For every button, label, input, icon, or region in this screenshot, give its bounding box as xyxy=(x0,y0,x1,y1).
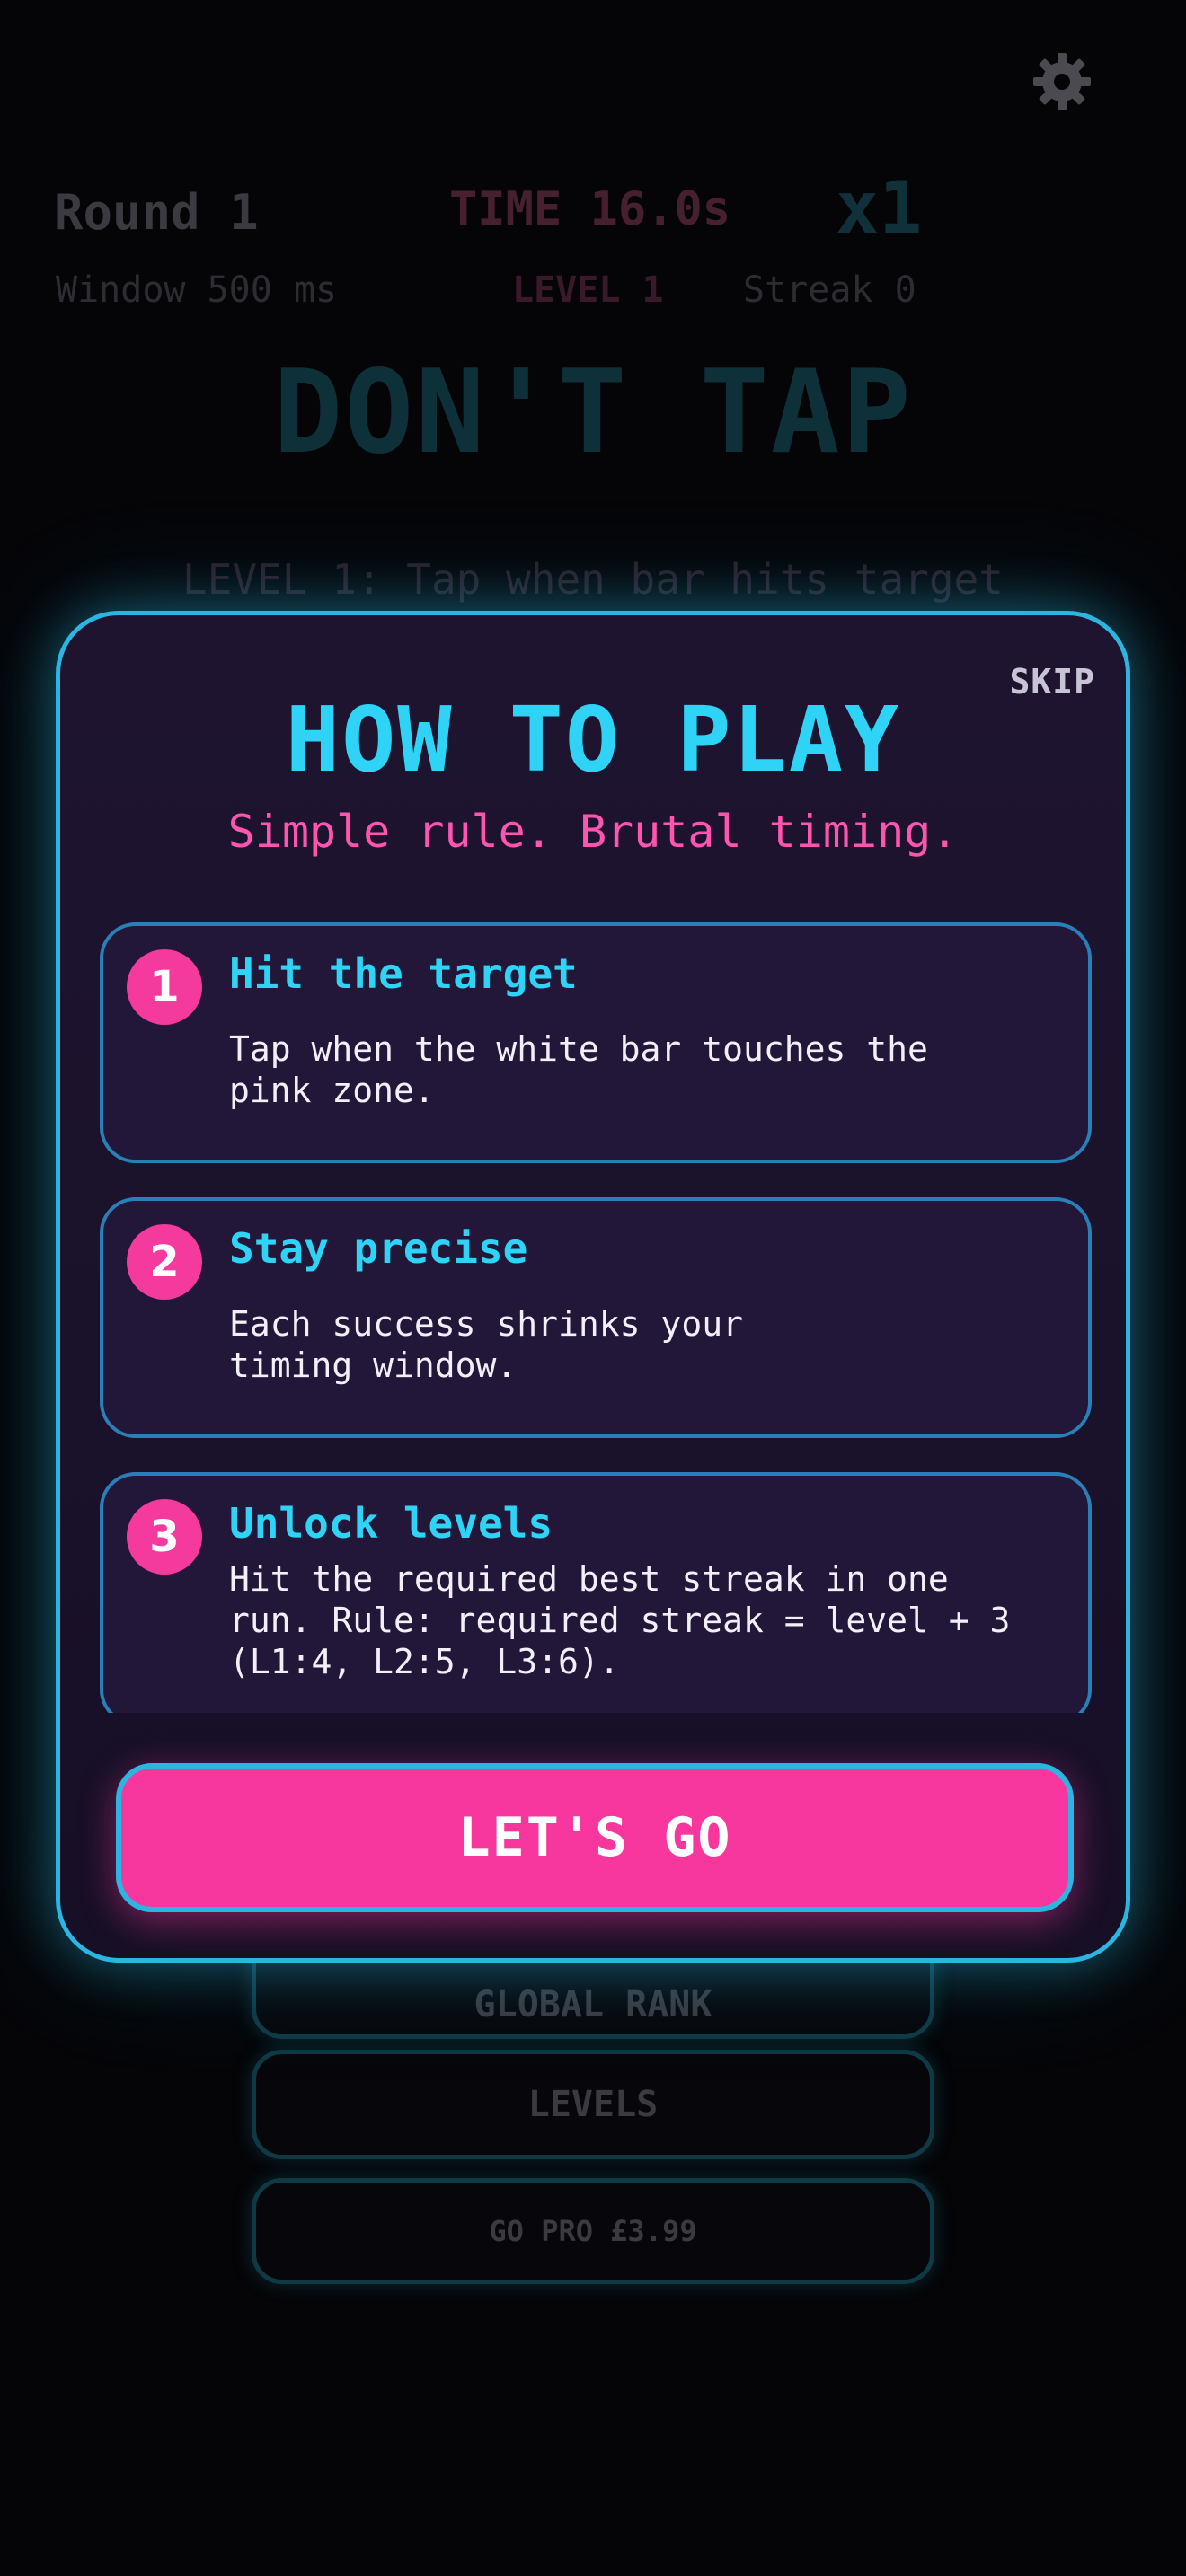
step-title: Unlock levels xyxy=(229,1499,553,1548)
level-label: LEVEL 1 xyxy=(512,269,664,311)
step-card-1: 1 Hit the target Tap when the white bar … xyxy=(100,922,1092,1163)
modal-title: HOW TO PLAY xyxy=(285,687,901,792)
modal-subtitle: Simple rule. Brutal timing. xyxy=(227,806,959,858)
step-card-3: 3 Unlock levels Hit the required best st… xyxy=(100,1472,1092,1713)
go-pro-button[interactable]: GO PRO £3.99 xyxy=(252,2178,934,2284)
step-title: Hit the target xyxy=(229,949,578,998)
step-number-badge: 1 xyxy=(127,949,202,1025)
step-number-badge: 3 xyxy=(127,1499,202,1575)
game-title: DON'T TAP xyxy=(273,346,913,480)
step-title: Stay precise xyxy=(229,1224,528,1273)
step-description: Tap when the white bar touches the pink … xyxy=(229,1029,928,1110)
step-description: Hit the required best streak in one run.… xyxy=(229,1559,1011,1681)
round-label: Round 1 xyxy=(54,184,259,241)
screen: Round 1 TIME 16.0s x1 Window 500 ms LEVE… xyxy=(0,0,1186,2576)
level-hint: LEVEL 1: Tap when bar hits target xyxy=(182,555,1004,604)
levels-button[interactable]: LEVELS xyxy=(252,2050,934,2159)
steps-list[interactable]: 1 Hit the target Tap when the white bar … xyxy=(100,922,1092,1713)
time-label: TIME 16.0s xyxy=(449,182,731,236)
levels-label: LEVELS xyxy=(527,2084,659,2125)
step-card-2: 2 Stay precise Each success shrinks your… xyxy=(100,1197,1092,1438)
streak-label: Streak 0 xyxy=(743,269,916,311)
lets-go-button[interactable]: LET'S GO xyxy=(116,1763,1074,1912)
step-description: Each success shrinks your timing window. xyxy=(229,1304,743,1385)
how-to-play-modal: SKIP HOW TO PLAY Simple rule. Brutal tim… xyxy=(56,611,1130,1963)
gear-icon[interactable] xyxy=(1030,49,1094,114)
window-label: Window 500 ms xyxy=(56,269,338,311)
step-number-badge: 2 xyxy=(127,1224,202,1300)
go-pro-label: GO PRO £3.99 xyxy=(489,2214,697,2248)
global-rank-label: GLOBAL RANK xyxy=(474,1984,712,2025)
multiplier-label: x1 xyxy=(836,166,923,250)
